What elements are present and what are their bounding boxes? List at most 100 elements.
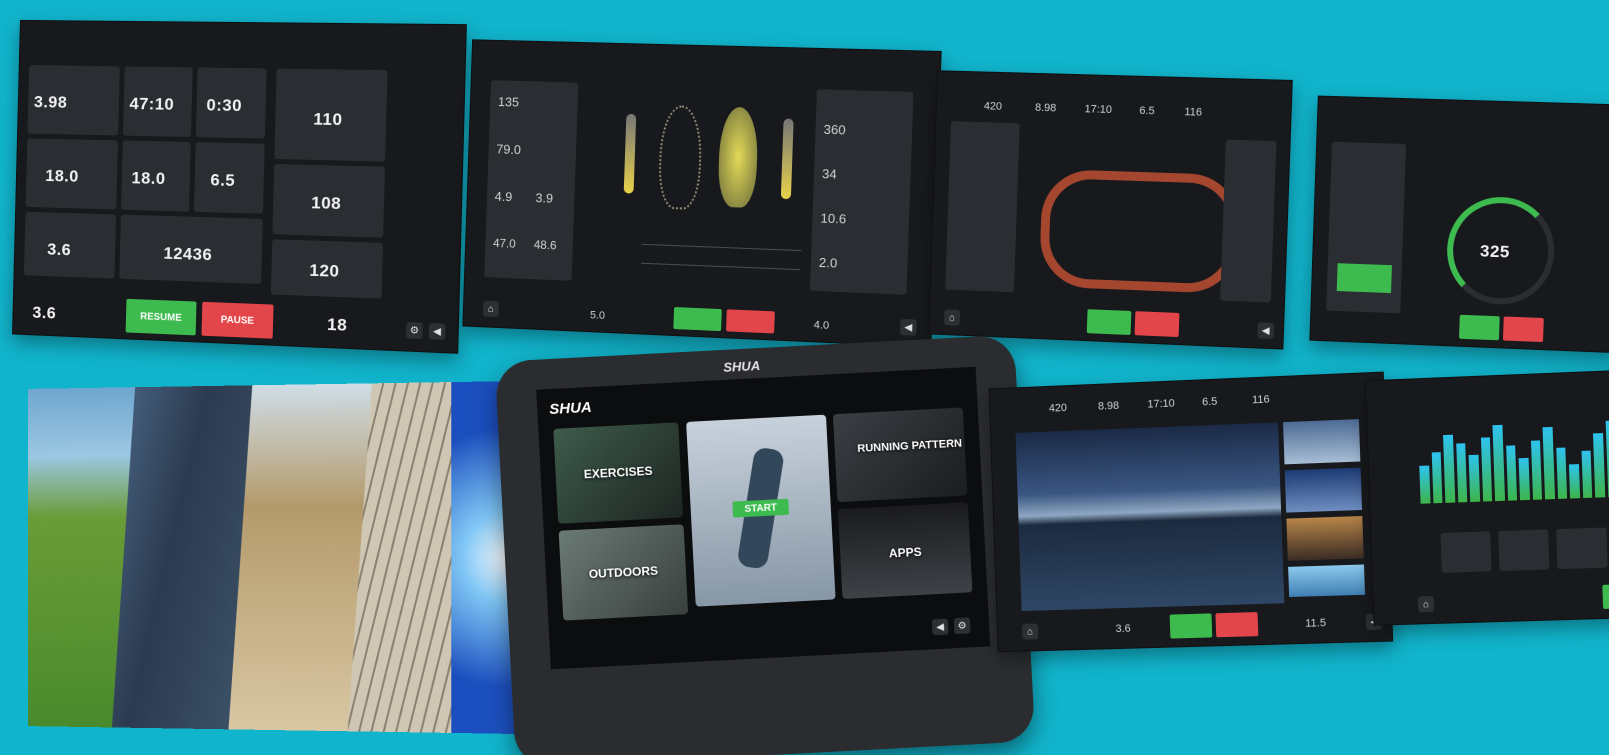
left-metrics-column: 135 79.0 4.9 3.9 47.0 48.6	[484, 80, 579, 281]
stat-value: 17:10	[1147, 397, 1175, 411]
scene-thumbnail[interactable]	[1284, 467, 1363, 513]
scene-thumbnail[interactable]	[1286, 515, 1364, 561]
stat-value: 116	[1251, 393, 1270, 407]
foot-pressure-panel: 135 79.0 4.9 3.9 47.0 48.6 360 34 10.6 2…	[462, 39, 942, 348]
interval-bar	[1605, 420, 1609, 498]
control-tile[interactable]	[1556, 527, 1608, 570]
speed-readout: 3.6	[32, 302, 57, 323]
stat-tile: 3.98	[27, 65, 120, 136]
exercises-label: EXERCISES	[583, 463, 653, 482]
start-button[interactable]: START	[732, 498, 790, 518]
shua-treadmill-console: SHUA SHUA EXERCISES START RUNNING PATTER…	[494, 334, 1036, 755]
stat-value: 420	[1048, 402, 1068, 415]
level-tile	[1326, 141, 1407, 314]
running-track-panel: 420 8.98 17:10 6.5 116 ⌂ ◀	[928, 70, 1293, 350]
home-icon[interactable]: ⌂	[944, 309, 961, 326]
stat-value: 420	[983, 100, 1003, 113]
interval-bar	[1468, 455, 1480, 503]
stat-value: 116	[1184, 106, 1203, 119]
home-icon[interactable]: ⌂	[1022, 623, 1039, 640]
interval-bar	[1480, 437, 1493, 502]
home-icon[interactable]: ⌂	[482, 300, 499, 318]
console-screen: SHUA EXERCISES START RUNNING PATTERN OUT…	[536, 366, 991, 670]
exercises-card[interactable]: EXERCISES	[553, 422, 684, 524]
start-button[interactable]	[1169, 613, 1213, 639]
mountain-lake-video	[1015, 422, 1285, 612]
stat-value: 18.0	[131, 168, 166, 189]
start-card[interactable]: START	[686, 414, 836, 607]
metric-value: 4.9	[494, 188, 513, 205]
stat-value: 108	[310, 193, 342, 214]
incline-readout: 4.0	[813, 319, 830, 332]
home-icon[interactable]: ⌂	[1417, 596, 1435, 613]
interval-bar	[1431, 452, 1443, 504]
stop-button[interactable]	[1215, 612, 1259, 638]
screen-brand-logo: SHUA	[548, 398, 593, 419]
stat-tile: 3.6	[23, 211, 117, 279]
interval-bar-chart	[1417, 411, 1609, 504]
outdoor-scenes-strip	[28, 380, 524, 735]
scene-thumbnail[interactable]	[1283, 419, 1361, 465]
outdoors-card[interactable]: OUTDOORS	[558, 524, 689, 621]
start-button[interactable]	[673, 307, 722, 332]
level-fill	[1336, 263, 1392, 294]
stop-button[interactable]	[726, 309, 775, 334]
start-button[interactable]	[1602, 583, 1609, 609]
resume-button[interactable]: RESUME	[125, 298, 197, 336]
speed-readout: 3.6	[1115, 622, 1131, 636]
volume-icon[interactable]: ◀	[428, 322, 446, 340]
metric-value: 10.6	[820, 210, 847, 227]
interval-bar	[1455, 442, 1468, 503]
running-pattern-label: RUNNING PATTERN	[857, 437, 963, 456]
settings-icon[interactable]: ⚙	[953, 617, 971, 635]
stop-button[interactable]	[1134, 311, 1180, 338]
volume-icon[interactable]: ◀	[931, 618, 949, 636]
left-controls	[945, 121, 1020, 293]
running-track-icon	[1038, 168, 1241, 295]
stat-value: 3.6	[47, 239, 72, 260]
interval-bar	[1505, 445, 1518, 501]
stat-tile: 6.5	[193, 142, 265, 214]
scene-thumbnail[interactable]	[1288, 564, 1366, 598]
incline-readout: 18	[326, 314, 348, 335]
interval-bar	[1518, 457, 1530, 501]
metric-value: 360	[823, 121, 846, 138]
stat-value: 6.5	[1139, 104, 1155, 118]
running-pattern-card[interactable]: RUNNING PATTERN	[832, 407, 968, 503]
right-metrics-column: 360 34 10.6 2.0	[809, 89, 914, 295]
volume-icon[interactable]: ◀	[899, 318, 917, 336]
interval-bar	[1542, 426, 1555, 500]
stat-tile: 110	[274, 68, 388, 162]
right-controls	[1220, 139, 1277, 303]
stat-value: 110	[313, 109, 343, 130]
apps-label: APPS	[888, 544, 922, 561]
stat-tile: 108	[272, 163, 385, 238]
volume-icon[interactable]: ◀	[1257, 322, 1275, 340]
stat-tile: 18.0	[25, 138, 118, 210]
gauge-value: 325	[1479, 241, 1511, 262]
stat-value: 3.98	[33, 92, 68, 112]
screenshot-collage: 3.98 47:10 0:30 110 18.0 18.0 6.5 108 3.…	[0, 0, 1609, 755]
workout-stats-panel: 3.98 47:10 0:30 110 18.0 18.0 6.5 108 3.…	[12, 19, 467, 354]
foot-pressure-icon	[623, 104, 796, 220]
stop-button[interactable]	[1502, 316, 1544, 343]
control-tile[interactable]	[1440, 531, 1492, 573]
control-tile[interactable]	[1498, 529, 1550, 572]
metric-value: 3.9	[535, 190, 554, 206]
scenic-video-panel: 420 8.98 17:10 6.5 116 ⌂ 3.6 11.5 ◀	[988, 371, 1394, 653]
stat-value: 12436	[163, 243, 213, 265]
metric-value: 2.0	[818, 254, 838, 271]
stat-tile: 0:30	[195, 67, 267, 139]
stat-tile: 120	[270, 239, 383, 299]
apps-card[interactable]: APPS	[837, 502, 973, 600]
interval-bar	[1492, 424, 1505, 502]
metric-value: 48.6	[533, 237, 557, 253]
start-button[interactable]	[1458, 314, 1500, 341]
settings-icon[interactable]: ⚙	[406, 322, 423, 339]
stat-value: 6.5	[210, 170, 236, 191]
pause-button[interactable]: PAUSE	[201, 301, 274, 339]
start-button[interactable]	[1086, 309, 1132, 336]
metric-value: 79.0	[496, 141, 522, 158]
speed-readout: 5.0	[589, 309, 606, 322]
interval-bar	[1443, 434, 1455, 503]
